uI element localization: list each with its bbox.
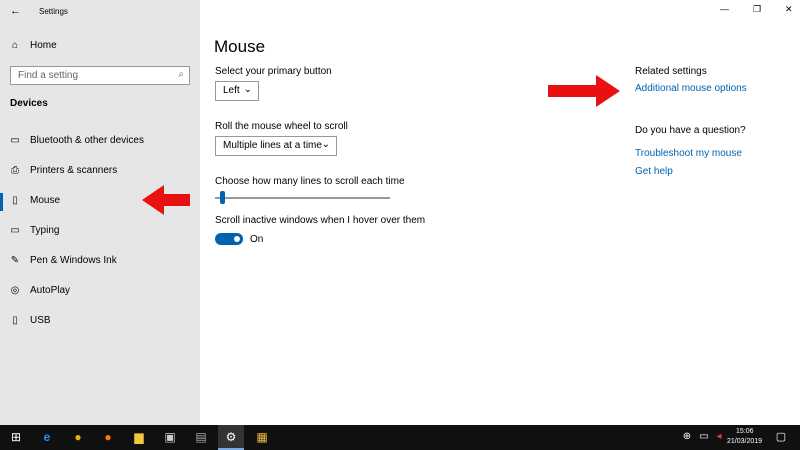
red-arrow-right bbox=[548, 75, 620, 110]
sidebar-item-home[interactable]: ⌂ Home bbox=[10, 40, 57, 51]
firefox-icon[interactable]: ● bbox=[101, 430, 115, 444]
item-label: Pen & Windows Ink bbox=[30, 255, 117, 266]
clock-date[interactable]: 21/03/2019 bbox=[727, 438, 762, 445]
wheel-dropdown[interactable]: Multiple lines at a time ⌄ bbox=[215, 136, 337, 156]
autoplay-icon: ◎ bbox=[10, 285, 20, 296]
search-placeholder: Find a setting bbox=[18, 70, 79, 81]
sidebar-item-typing[interactable]: ▭ Typing bbox=[10, 225, 59, 236]
get-help-link[interactable]: Get help bbox=[635, 166, 673, 177]
chevron-down-icon: ⌄ bbox=[243, 84, 252, 95]
home-icon: ⌂ bbox=[11, 40, 19, 51]
main-content: — ❐ ✕ Mouse Select your primary button L… bbox=[200, 0, 800, 425]
related-heading: Related settings bbox=[635, 66, 707, 77]
app-icon[interactable]: ▤ bbox=[194, 430, 208, 444]
troubleshoot-link[interactable]: Troubleshoot my mouse bbox=[635, 148, 742, 159]
file-explorer-icon[interactable]: ▆ bbox=[132, 430, 146, 444]
lines-slider-thumb[interactable] bbox=[220, 191, 226, 204]
lines-slider-track[interactable] bbox=[215, 197, 390, 199]
dropdown-value: Left bbox=[223, 85, 240, 96]
chrome-icon[interactable]: ● bbox=[71, 430, 85, 444]
network-icon[interactable]: ⊕ bbox=[680, 430, 694, 444]
sidebar-item-printers[interactable]: ⎙ Printers & scanners bbox=[10, 165, 117, 176]
printer-icon: ⎙ bbox=[11, 165, 19, 176]
usb-icon: ▯ bbox=[12, 315, 18, 326]
wheel-label: Roll the mouse wheel to scroll bbox=[215, 121, 348, 132]
display-icon[interactable]: ▭ bbox=[697, 430, 711, 444]
volume-muted-icon[interactable]: ◂ bbox=[712, 430, 726, 444]
minimize-button[interactable]: — bbox=[720, 4, 729, 14]
item-label: Printers & scanners bbox=[30, 165, 118, 176]
primary-button-dropdown[interactable]: Left ⌄ bbox=[215, 81, 259, 101]
item-label: Mouse bbox=[30, 195, 61, 206]
mouse-icon: ▯ bbox=[12, 195, 18, 206]
item-label: Typing bbox=[30, 225, 60, 236]
back-button[interactable]: ← bbox=[10, 5, 21, 17]
lines-label: Choose how many lines to scroll each tim… bbox=[215, 176, 405, 187]
item-label: Bluetooth & other devices bbox=[30, 135, 144, 146]
pen-icon: ✎ bbox=[10, 255, 20, 266]
dropdown-value: Multiple lines at a time bbox=[223, 140, 322, 151]
notification-icon[interactable]: ▢ bbox=[774, 430, 788, 444]
sidebar: ← Settings ⌂ Home Find a setting ⌕ Devices… bbox=[0, 0, 200, 425]
clock-time[interactable]: 15:06 bbox=[736, 428, 754, 435]
window-title: Settings bbox=[39, 7, 68, 16]
search-icon: ⌕ bbox=[178, 69, 184, 80]
sidebar-item-bluetooth[interactable]: ▭ Bluetooth & other devices bbox=[10, 135, 144, 146]
sidebar-item-mouse[interactable]: ▯ Mouse bbox=[10, 195, 60, 206]
toggle-state: On bbox=[250, 234, 264, 245]
start-icon[interactable]: ⊞ bbox=[9, 430, 23, 444]
edge-icon[interactable]: e bbox=[40, 430, 54, 444]
inactive-toggle[interactable] bbox=[215, 233, 243, 245]
keyboard-icon: ▭ bbox=[10, 225, 20, 236]
bluetooth-icon: ▭ bbox=[10, 135, 20, 146]
home-label: Home bbox=[30, 40, 57, 51]
section-heading: Devices bbox=[10, 98, 48, 109]
primary-button-label: Select your primary button bbox=[215, 66, 332, 77]
item-label: AutoPlay bbox=[30, 285, 71, 296]
taskbar: ⊞ e ● ● ▆ ▣ ▤ ⚙ ▦ ⊕ ▭ ◂ 15:06 21/03/2019… bbox=[0, 425, 800, 450]
sidebar-item-autoplay[interactable]: ◎ AutoPlay bbox=[10, 285, 70, 296]
store-icon[interactable]: ▦ bbox=[255, 430, 269, 444]
item-label: USB bbox=[30, 315, 51, 326]
additional-mouse-options-link[interactable]: Additional mouse options bbox=[635, 83, 747, 94]
sidebar-item-usb[interactable]: ▯ USB bbox=[10, 315, 51, 326]
red-arrow-left bbox=[142, 185, 192, 218]
page-title: Mouse bbox=[214, 37, 266, 56]
terminal-icon[interactable]: ▣ bbox=[163, 430, 177, 444]
search-input[interactable]: Find a setting ⌕ bbox=[10, 66, 190, 85]
question-heading: Do you have a question? bbox=[635, 125, 746, 136]
sidebar-item-pen[interactable]: ✎ Pen & Windows Ink bbox=[10, 255, 117, 266]
inactive-label: Scroll inactive windows when I hover ove… bbox=[215, 215, 426, 226]
selected-indicator bbox=[0, 193, 3, 211]
chevron-down-icon: ⌄ bbox=[321, 139, 330, 150]
maximize-button[interactable]: ❐ bbox=[753, 4, 761, 15]
settings-taskbar-icon[interactable]: ⚙ bbox=[218, 425, 244, 450]
close-button[interactable]: ✕ bbox=[785, 4, 793, 15]
